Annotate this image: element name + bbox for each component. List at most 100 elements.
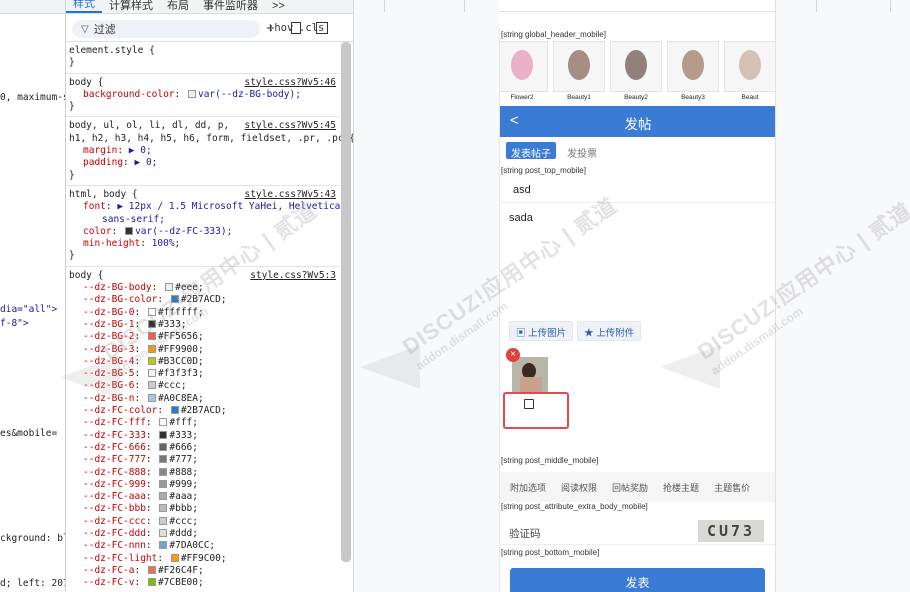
new-rule-icon[interactable]: + xyxy=(266,20,275,37)
css-declaration[interactable]: padding: ▶ 0; xyxy=(69,157,340,169)
color-swatch-icon[interactable] xyxy=(159,479,168,488)
upload-image-button[interactable]: ▣ 上传图片 xyxy=(509,321,574,341)
tab-extra-options[interactable]: 附加选项 xyxy=(510,481,546,494)
filter-input[interactable]: ▽ 过滤 xyxy=(72,20,260,38)
rule-close: } xyxy=(69,57,75,69)
color-swatch-icon[interactable] xyxy=(147,381,156,390)
color-swatch-icon[interactable] xyxy=(147,369,156,378)
css-property: --dz-FC-light xyxy=(83,552,158,564)
color-swatch-icon[interactable] xyxy=(159,504,168,513)
tab-topic-price[interactable]: 主题售价 xyxy=(714,481,750,494)
style-rule[interactable]: element.style {} xyxy=(66,42,340,74)
color-swatch-icon[interactable] xyxy=(147,565,156,574)
thumb-item[interactable]: Flower2 xyxy=(500,41,548,103)
css-declaration[interactable]: --dz-FC-aaa: #aaa; xyxy=(69,491,340,503)
css-declaration[interactable]: --dz-FC-nnn: #7DA0CC; xyxy=(69,540,340,552)
styles-scrollbar[interactable] xyxy=(341,42,351,562)
css-declaration[interactable]: margin: ▶ 0; xyxy=(69,145,340,157)
thumb-caption: Beaut xyxy=(741,94,759,101)
color-swatch-icon[interactable] xyxy=(147,393,156,402)
css-declaration[interactable]: --dz-FC-999: #999; xyxy=(69,479,340,491)
css-value: #666; xyxy=(169,441,198,453)
source-line: dia="all"> xyxy=(0,304,58,315)
submit-button[interactable]: 发表 xyxy=(510,568,765,592)
tab-computed[interactable]: 计算样式 xyxy=(102,0,160,13)
css-declaration[interactable]: --dz-FC-333: #333; xyxy=(69,430,340,442)
css-value: var(--dz-FC-333); xyxy=(135,225,233,237)
css-declaration[interactable]: --dz-FC-fff: #fff; xyxy=(69,417,340,429)
tab-floor-topic[interactable]: 抢楼主题 xyxy=(663,481,699,494)
captcha-image[interactable]: CU73 xyxy=(698,520,764,542)
css-declaration[interactable]: background-color: var(--dz-BG-body); xyxy=(69,89,340,101)
nav-bar: < 发帖 xyxy=(500,106,775,137)
thumb-item[interactable]: Beauty3 xyxy=(667,41,719,103)
css-declaration[interactable]: --dz-FC-light: #FF9C00; xyxy=(69,553,340,565)
css-value: #7DA0CC; xyxy=(169,540,216,552)
source-line: d; left: 207 xyxy=(0,578,66,589)
header-tag: [string global_header_mobile] xyxy=(501,30,606,39)
color-swatch-icon[interactable] xyxy=(159,442,168,451)
tab-event-listeners[interactable]: 事件监听器 xyxy=(196,0,265,13)
css-value: #ccc; xyxy=(157,380,187,392)
css-declaration[interactable]: --dz-FC-888: #888; xyxy=(69,467,340,479)
edit-icon[interactable] xyxy=(524,399,534,409)
rule-source-link[interactable]: style.css?Wv5:43 xyxy=(244,189,336,200)
more-tabs-button[interactable]: >> xyxy=(265,0,292,13)
css-property: --dz-FC-ccc xyxy=(83,515,146,527)
color-swatch-icon[interactable] xyxy=(159,418,168,427)
css-property: background-color xyxy=(83,88,175,100)
color-swatch-icon[interactable] xyxy=(170,406,179,415)
highlight-box xyxy=(503,392,569,429)
css-declaration[interactable]: --dz-FC-ccc: #ccc; xyxy=(69,516,340,528)
tab-styles[interactable]: 样式 xyxy=(66,0,102,13)
color-swatch-icon[interactable] xyxy=(159,430,168,439)
css-value: ▶ 0; xyxy=(134,157,158,169)
color-swatch-icon[interactable] xyxy=(147,578,156,587)
color-swatch-icon[interactable] xyxy=(159,455,168,464)
css-declaration[interactable]: --dz-FC-666: #666; xyxy=(69,442,340,454)
tab-layout[interactable]: 布局 xyxy=(160,0,196,13)
tab-read-permission[interactable]: 阅读权限 xyxy=(561,481,597,494)
style-rule[interactable]: body {style.css?Wv5:46 background-color: … xyxy=(66,74,340,118)
css-declaration[interactable]: --dz-FC-color: #2B7ACD; xyxy=(69,405,340,417)
color-swatch-icon[interactable] xyxy=(159,541,168,550)
filter-placeholder: 过滤 xyxy=(93,24,116,36)
thumb-item[interactable]: Beauty1 xyxy=(553,41,605,103)
color-swatch-icon[interactable] xyxy=(159,492,168,501)
upload-file-button[interactable]: ★ 上传附件 xyxy=(577,321,642,341)
css-property: --dz-FC-888 xyxy=(83,466,146,478)
subject-input[interactable]: asd xyxy=(500,179,775,203)
css-declaration[interactable]: --dz-FC-777: #777; xyxy=(69,454,340,466)
color-swatch-icon[interactable] xyxy=(159,516,168,525)
css-property: --dz-FC-a xyxy=(83,564,135,576)
sidebar-toggle-icon[interactable] xyxy=(316,22,328,34)
css-value: #A0C8EA; xyxy=(157,392,204,404)
rule-source-link[interactable]: style.css?Wv5:46 xyxy=(244,77,336,88)
thumb-strip: Flower2 Beauty1 Beauty2 Beauty3 Beaut xyxy=(500,41,775,103)
color-swatch-icon[interactable] xyxy=(187,89,196,98)
color-swatch-icon[interactable] xyxy=(159,528,168,537)
paint-icon[interactable] xyxy=(291,22,301,34)
css-declaration[interactable]: --dz-FC-bbb: #bbb; xyxy=(69,503,340,515)
body-textarea[interactable]: sada xyxy=(509,212,533,224)
css-declaration[interactable]: --dz-FC-a: #F26C4F; xyxy=(69,565,340,577)
css-declaration[interactable]: --dz-FC-v: #7CBE00; xyxy=(69,577,340,589)
rule-source-link[interactable]: style.css?Wv5:45 xyxy=(244,120,336,131)
style-rule[interactable]: body, ul, ol, li, dl, dd, p, h1, h2, h3, … xyxy=(66,117,353,186)
thumb-item[interactable]: Beauty2 xyxy=(610,41,662,103)
image-icon: ▣ xyxy=(516,328,529,339)
tab-reply-reward[interactable]: 回帖奖励 xyxy=(612,481,648,494)
rule-selector: h1, h2, h3, h4, h5, h6, form, fieldset, … xyxy=(69,132,353,144)
tab-post[interactable]: 发表帖子 xyxy=(506,142,556,160)
attachment-thumb[interactable]: × xyxy=(506,348,548,395)
css-property: --dz-FC-333 xyxy=(83,429,146,441)
color-swatch-icon[interactable] xyxy=(125,226,134,235)
thumb-item[interactable]: Beaut xyxy=(724,41,775,103)
tab-poll[interactable]: 发投票 xyxy=(562,142,602,160)
delete-icon[interactable]: × xyxy=(506,348,520,362)
color-swatch-icon[interactable] xyxy=(170,553,179,562)
css-property: --dz-FC-nnn xyxy=(83,540,146,552)
page-title: 发帖 xyxy=(624,117,652,132)
color-swatch-icon[interactable] xyxy=(159,467,168,476)
css-declaration[interactable]: --dz-FC-ddd: #ddd; xyxy=(69,528,340,540)
